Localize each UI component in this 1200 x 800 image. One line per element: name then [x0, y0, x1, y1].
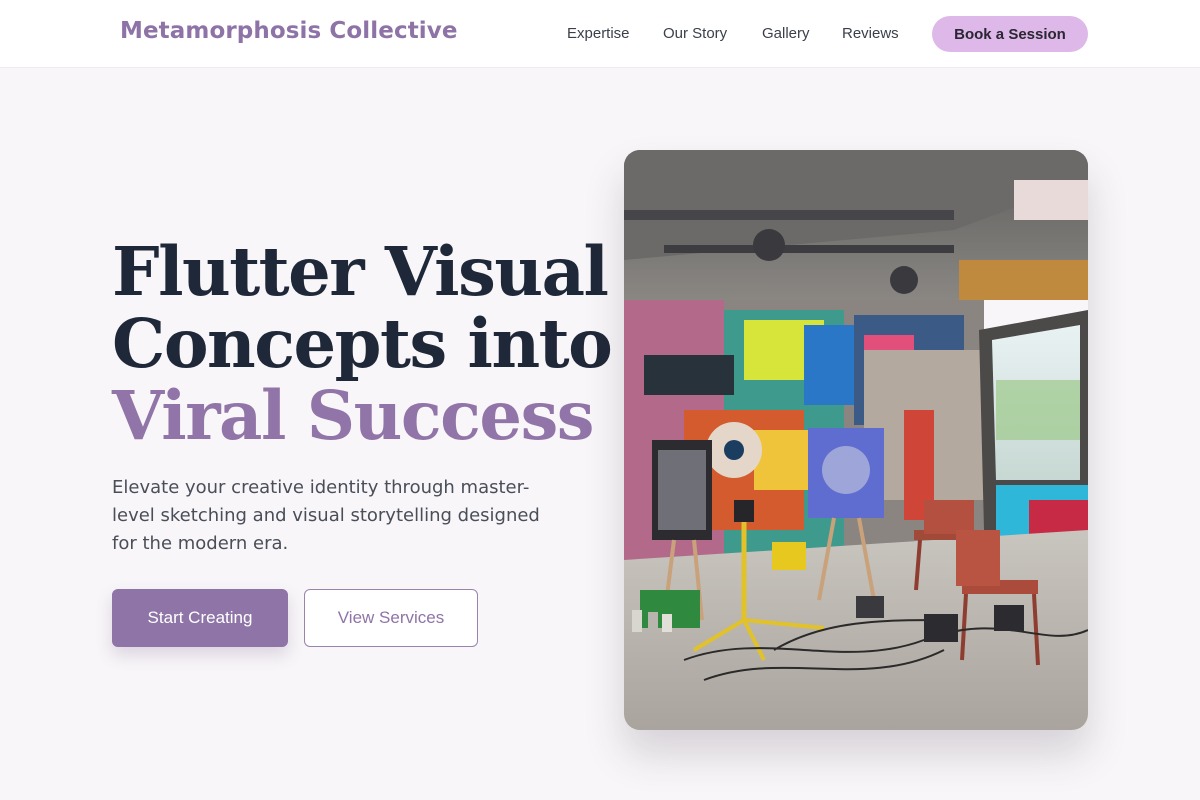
hero-title-line-1: Flutter Visual: [112, 232, 609, 311]
brand-logo[interactable]: Metamorphosis Collective: [120, 18, 458, 44]
hero-title-accent: Viral Success: [112, 376, 595, 455]
nav-link-expertise[interactable]: Expertise: [567, 25, 630, 42]
hero-studio-image: [624, 150, 1088, 730]
nav-link-gallery[interactable]: Gallery: [762, 25, 810, 42]
book-session-button[interactable]: Book a Session: [932, 16, 1088, 52]
nav-link-our-story[interactable]: Our Story: [663, 25, 727, 42]
start-creating-button[interactable]: Start Creating: [112, 589, 288, 647]
top-navbar: Metamorphosis Collective Expertise Our S…: [0, 0, 1200, 68]
hero-title: Flutter Visual Concepts into Viral Succe…: [112, 236, 613, 455]
hero-subtitle: Elevate your creative identity through m…: [112, 477, 540, 554]
view-services-button[interactable]: View Services: [304, 589, 478, 647]
hero-title-line-2: Concepts into: [112, 304, 613, 383]
nav-link-reviews[interactable]: Reviews: [842, 25, 899, 42]
